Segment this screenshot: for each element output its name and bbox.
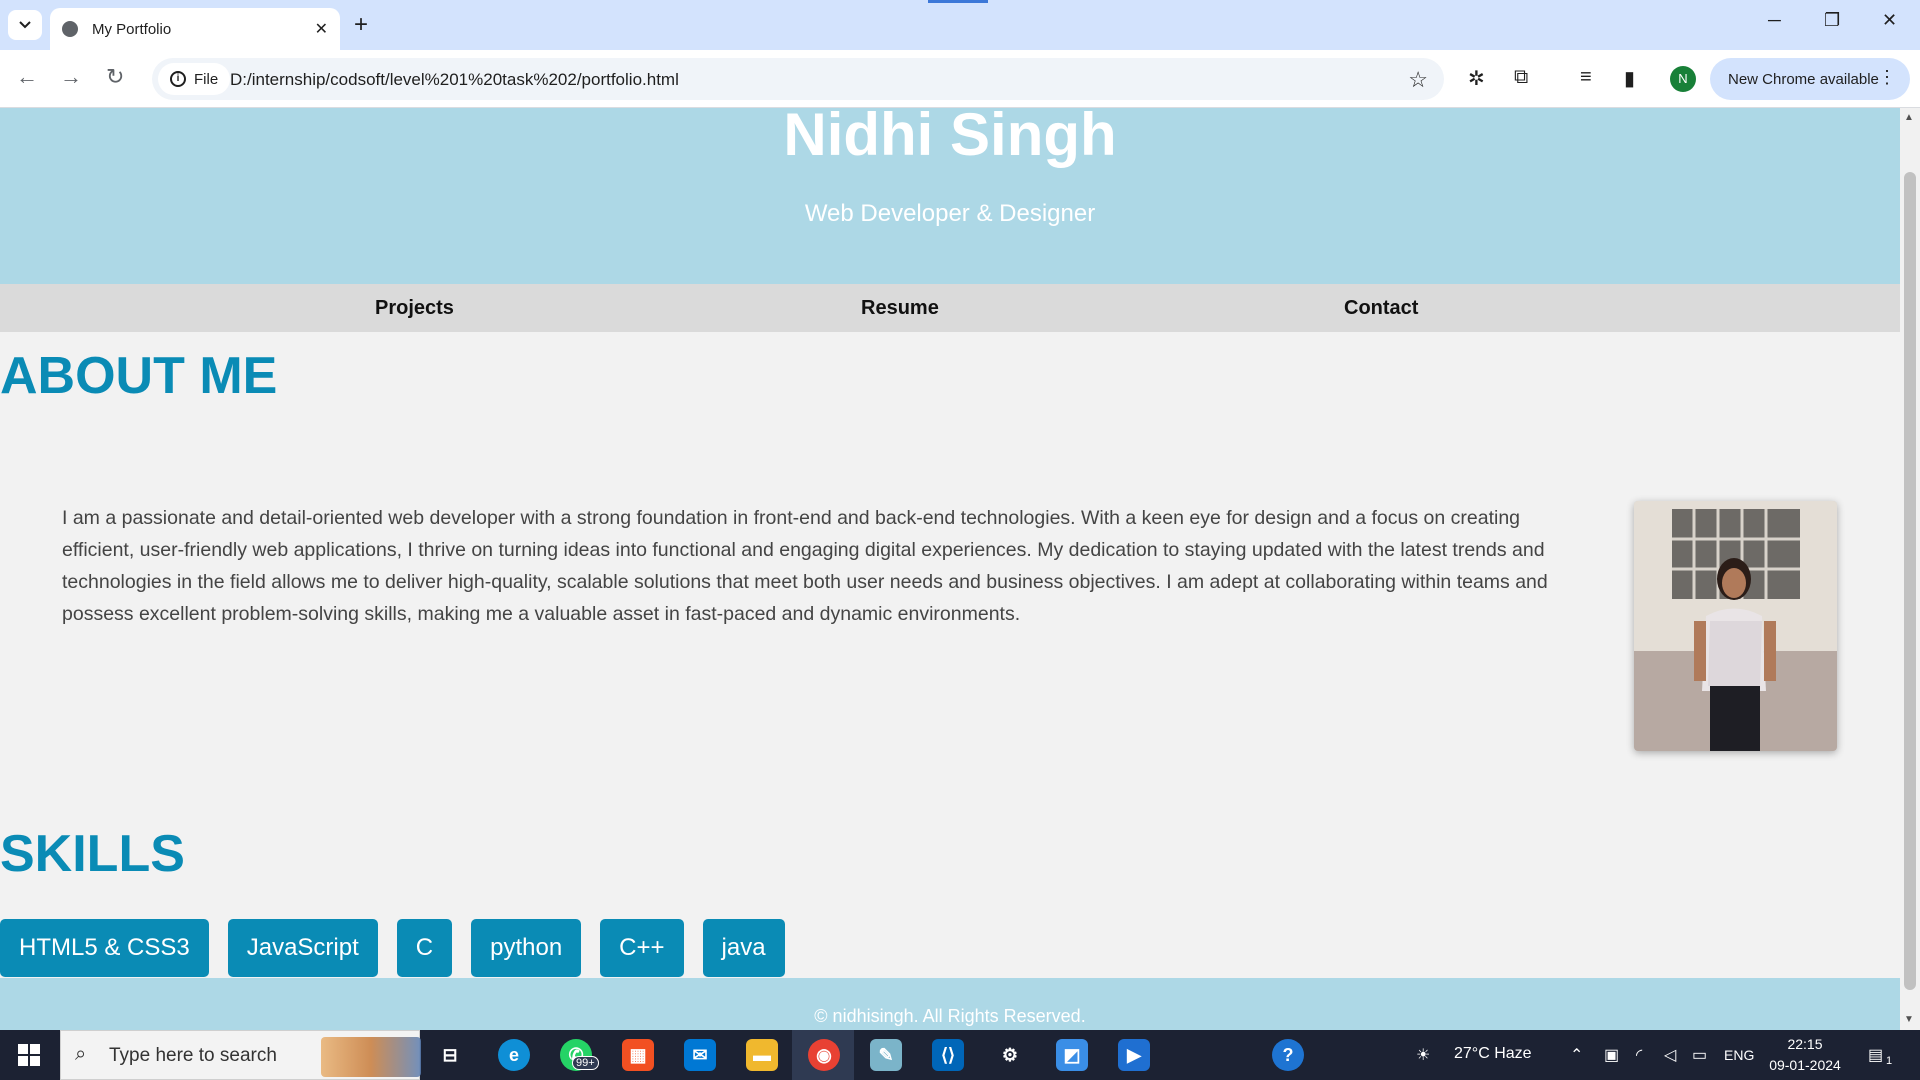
- microsoft-store-icon[interactable]: ▦: [622, 1039, 654, 1071]
- weather-text[interactable]: 27°C Haze: [1454, 1045, 1532, 1063]
- nav-link-projects[interactable]: Projects: [375, 297, 454, 320]
- whatsapp-badge: 99+: [572, 1056, 599, 1070]
- file-explorer-icon[interactable]: ▬: [746, 1039, 778, 1071]
- search-icon: ⌕: [75, 1043, 87, 1065]
- taskbar-search-box[interactable]: ⌕ Type here to search: [60, 1030, 421, 1080]
- skill-badge: C: [396, 919, 453, 977]
- search-placeholder: Type here to search: [109, 1045, 277, 1066]
- info-icon: i: [170, 71, 186, 87]
- skill-badge: C++: [600, 919, 684, 977]
- skill-badge: python: [471, 919, 582, 977]
- restore-icon[interactable]: ❐: [1824, 10, 1840, 31]
- extension-bug-icon[interactable]: ✲: [1468, 66, 1485, 91]
- site-info-chip[interactable]: i File: [158, 63, 231, 95]
- new-chrome-available-button[interactable]: New Chrome available ⋮: [1710, 58, 1910, 100]
- address-bar[interactable]: i File D:/internship/codsoft/level%201%2…: [152, 58, 1444, 100]
- close-window-icon[interactable]: ✕: [1882, 10, 1897, 31]
- about-paragraph: I am a passionate and detail-oriented we…: [62, 507, 1548, 625]
- profile-photo: [1634, 501, 1837, 751]
- new-tab-button[interactable]: +: [354, 10, 368, 40]
- volume-muted-icon[interactable]: ◁: [1664, 1045, 1676, 1065]
- update-label: New Chrome available: [1728, 70, 1879, 88]
- vertical-scrollbar[interactable]: ▲ ▼: [1900, 108, 1920, 1030]
- nav-bar: Projects Resume Contact: [0, 284, 1900, 332]
- clock-date: 09-01-2024: [1769, 1057, 1841, 1073]
- browser-toolbar: ← → ↻ i File D:/internship/codsoft/level…: [0, 50, 1920, 108]
- tab-my-portfolio[interactable]: My Portfolio ✕: [50, 8, 340, 50]
- forward-arrow-icon[interactable]: →: [60, 64, 82, 90]
- photos-icon[interactable]: ◩: [1056, 1039, 1088, 1071]
- skill-badge: HTML5 & CSS3: [0, 919, 209, 977]
- skills-heading: SKILLS: [0, 825, 185, 883]
- notepad-icon[interactable]: ✎: [870, 1039, 902, 1071]
- page-header: Nidhi Singh Web Developer & Designer: [0, 108, 1900, 284]
- skill-badge: JavaScript: [227, 919, 378, 977]
- about-heading: ABOUT ME: [0, 347, 278, 405]
- battery-icon[interactable]: ▭: [1692, 1045, 1707, 1065]
- media-player-icon[interactable]: ▶: [1118, 1039, 1150, 1071]
- windows-start-icon[interactable]: [18, 1044, 40, 1066]
- tab-strip: My Portfolio ✕ + ─ ❐ ✕: [0, 0, 1920, 50]
- page-viewport: Nidhi Singh Web Developer & Designer Pro…: [0, 108, 1900, 1030]
- show-hidden-icons-icon[interactable]: ⌃: [1570, 1045, 1583, 1065]
- url-text[interactable]: D:/internship/codsoft/level%201%20task%2…: [230, 70, 679, 90]
- globe-icon: [62, 21, 78, 37]
- more-menu-icon[interactable]: ⋮: [1878, 67, 1896, 88]
- clock-time: 22:15: [1787, 1036, 1823, 1052]
- weather-icon[interactable]: ☀: [1416, 1045, 1430, 1065]
- chrome-icon[interactable]: ◉: [808, 1039, 840, 1071]
- media-controls-icon[interactable]: ≡: [1580, 66, 1592, 89]
- chevron-down-icon: [19, 21, 31, 29]
- language-indicator[interactable]: ENG: [1724, 1047, 1754, 1063]
- windows-taskbar: ⌕ Type here to search ⊟ e ✆ 99+ ▦ ✉ ▬ ◉ …: [0, 1030, 1920, 1080]
- page-footer: © nidhisingh. All Rights Reserved.: [0, 978, 1900, 1030]
- mail-icon[interactable]: ✉: [684, 1039, 716, 1071]
- notification-icon[interactable]: ▤: [1868, 1045, 1883, 1065]
- bookmark-star-icon[interactable]: ☆: [1408, 67, 1428, 93]
- page-title: Nidhi Singh: [783, 108, 1117, 168]
- nav-link-contact[interactable]: Contact: [1344, 297, 1418, 320]
- edge-icon[interactable]: e: [498, 1039, 530, 1071]
- vscode-icon[interactable]: ⟨⟩: [932, 1039, 964, 1071]
- back-arrow-icon[interactable]: ←: [16, 64, 38, 90]
- scroll-down-arrow-icon[interactable]: ▼: [1904, 1014, 1914, 1025]
- tab-search-button[interactable]: [8, 10, 42, 40]
- minimize-icon[interactable]: ─: [1768, 10, 1781, 31]
- scroll-thumb[interactable]: [1904, 172, 1916, 990]
- help-icon[interactable]: ?: [1272, 1039, 1304, 1071]
- reload-icon[interactable]: ↻: [106, 64, 124, 90]
- clock[interactable]: 22:15 09-01-2024: [1760, 1034, 1850, 1076]
- search-highlight-image: [321, 1037, 421, 1077]
- nav-link-resume[interactable]: Resume: [861, 297, 939, 320]
- settings-gear-icon[interactable]: ⚙: [994, 1039, 1026, 1071]
- wifi-icon[interactable]: ◜: [1636, 1045, 1642, 1065]
- skill-badge: java: [702, 919, 785, 977]
- tab-indicator: [928, 0, 988, 3]
- scroll-up-arrow-icon[interactable]: ▲: [1904, 112, 1914, 123]
- tab-title: My Portfolio: [92, 20, 172, 38]
- task-view-icon[interactable]: ⊟: [434, 1039, 466, 1071]
- subtitle: Web Developer & Designer: [804, 200, 1096, 227]
- profile-avatar[interactable]: N: [1670, 66, 1696, 92]
- notification-count: 1: [1886, 1055, 1893, 1067]
- skills-list: HTML5 & CSS3 JavaScript C python C++ jav…: [0, 919, 785, 977]
- meet-now-icon[interactable]: ▣: [1604, 1045, 1619, 1065]
- extensions-puzzle-icon[interactable]: ⧉: [1514, 66, 1528, 89]
- side-panel-icon[interactable]: ▮: [1624, 66, 1635, 91]
- copyright-text: © nidhisingh. All Rights Reserved.: [814, 1006, 1086, 1026]
- site-chip-label: File: [194, 70, 219, 88]
- tab-close-icon[interactable]: ✕: [315, 19, 328, 39]
